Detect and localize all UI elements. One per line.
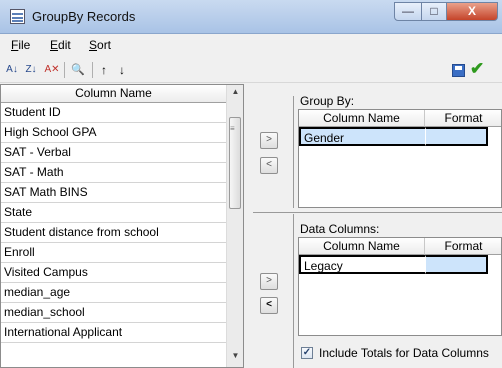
save-icon[interactable] xyxy=(452,64,465,77)
close-button[interactable]: X xyxy=(446,2,498,21)
title-bar[interactable]: GroupBy Records — □ X xyxy=(0,0,502,34)
list-item[interactable]: SAT Math BINS xyxy=(1,183,226,203)
find-icon[interactable]: 🔍 xyxy=(68,62,88,78)
include-totals-checkbox[interactable]: ✓ xyxy=(301,347,313,359)
data-columns-format-header[interactable]: Format xyxy=(425,238,501,255)
scroll-down-arrow-icon[interactable]: ▼ xyxy=(227,351,243,360)
pane-divider xyxy=(293,214,294,368)
list-item[interactable]: median_school xyxy=(1,303,226,323)
column-list-scrollbar[interactable]: ▲ ≡ ▼ xyxy=(226,85,243,367)
list-item[interactable]: Student distance from school xyxy=(1,223,226,243)
app-grid-icon xyxy=(10,9,25,24)
minimize-button[interactable]: — xyxy=(394,2,422,21)
menu-sort[interactable]: Sort xyxy=(89,38,111,52)
maximize-button[interactable]: □ xyxy=(421,2,447,21)
add-to-data-columns-button[interactable]: > xyxy=(260,273,278,290)
list-item[interactable]: SAT - Verbal xyxy=(1,143,226,163)
window-title: GroupBy Records xyxy=(32,9,136,24)
list-item[interactable]: State xyxy=(1,203,226,223)
menu-file[interactable]: File xyxy=(11,38,30,52)
list-item[interactable]: median_age xyxy=(1,283,226,303)
pane-divider xyxy=(293,96,294,208)
add-to-group-by-button[interactable]: > xyxy=(260,132,278,149)
clear-sort-icon[interactable]: A✕ xyxy=(43,62,61,78)
apply-check-icon[interactable]: ✔ xyxy=(470,59,484,79)
remove-from-data-columns-button[interactable]: < xyxy=(260,297,278,314)
data-columns-label: Data Columns: xyxy=(300,222,380,236)
move-down-icon[interactable]: ↓ xyxy=(114,62,130,78)
data-columns-row-format[interactable] xyxy=(425,255,488,274)
list-item[interactable]: Student ID xyxy=(1,103,226,123)
data-columns-column-name-header[interactable]: Column Name xyxy=(299,238,425,255)
menu-bar: File Edit Sort xyxy=(0,34,502,56)
include-totals-label: Include Totals for Data Columns xyxy=(319,346,489,360)
groupby-window: GroupBy Records — □ X File Edit Sort A↓ … xyxy=(0,0,502,368)
data-columns-row-name[interactable]: Legacy xyxy=(299,255,425,274)
list-item[interactable]: International Applicant xyxy=(1,323,226,343)
group-by-label: Group By: xyxy=(300,94,355,108)
toolbar-separator xyxy=(92,62,93,78)
group-by-grid: Column Name Format Gender xyxy=(298,109,502,208)
menu-edit[interactable]: Edit xyxy=(50,38,71,52)
scrollbar-grip-icon: ≡ xyxy=(230,124,235,133)
move-up-icon[interactable]: ↑ xyxy=(96,62,112,78)
remove-from-group-by-button[interactable]: < xyxy=(260,157,278,174)
list-item[interactable]: High School GPA xyxy=(1,123,226,143)
toolbar-separator xyxy=(64,62,65,78)
group-by-row-format[interactable] xyxy=(425,127,488,146)
list-item[interactable]: SAT - Math xyxy=(1,163,226,183)
sort-ascending-icon[interactable]: A↓ xyxy=(3,62,21,78)
group-by-format-header[interactable]: Format xyxy=(425,110,501,127)
data-columns-grid: Column Name Format Legacy xyxy=(298,237,502,336)
group-by-column-name-header[interactable]: Column Name xyxy=(299,110,425,127)
list-item[interactable]: Enroll xyxy=(1,243,226,263)
column-list-header[interactable]: Column Name xyxy=(1,85,226,103)
list-item[interactable]: Visited Campus xyxy=(1,263,226,283)
column-list: Column Name Student ID High School GPA S… xyxy=(0,84,244,368)
scroll-up-arrow-icon[interactable]: ▲ xyxy=(227,87,243,96)
group-by-row-name[interactable]: Gender xyxy=(299,127,425,146)
pane-splitter[interactable] xyxy=(253,212,502,213)
sort-descending-icon[interactable]: Z↓ xyxy=(22,62,40,78)
toolbar: A↓ Z↓ A✕ 🔍 ↑ ↓ ✔ xyxy=(0,58,502,83)
